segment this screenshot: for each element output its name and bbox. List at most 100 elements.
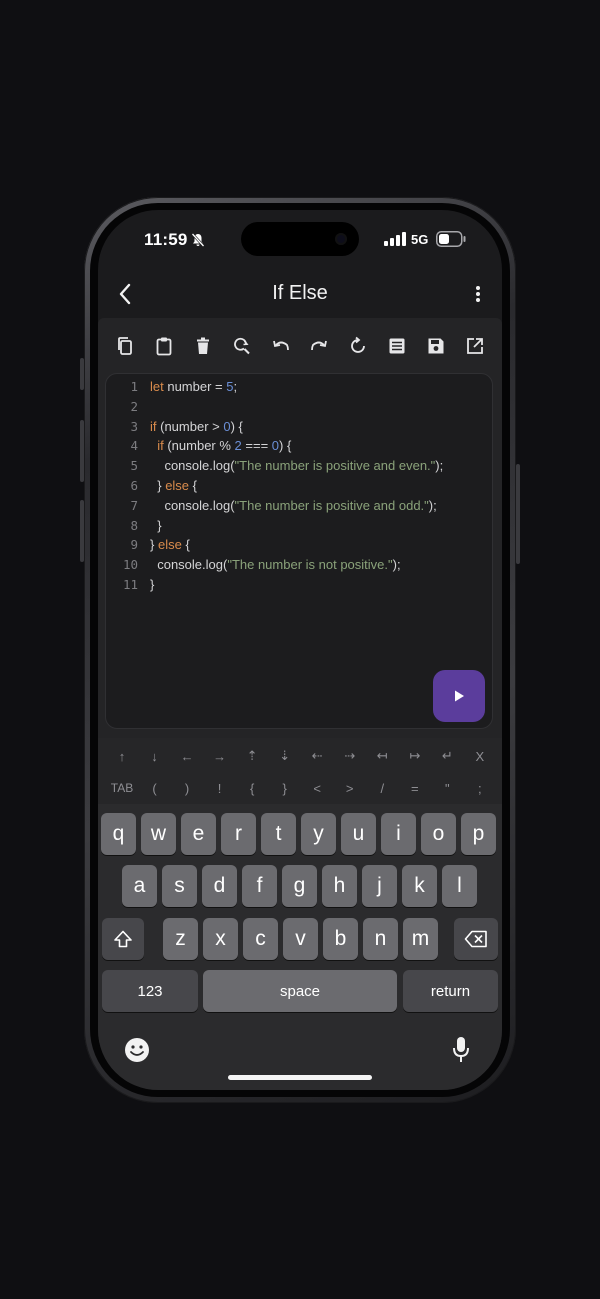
line-number: 3 — [130, 418, 138, 434]
code-token: "The number is positive and odd." — [234, 497, 429, 513]
key-w[interactable]: w — [141, 813, 176, 855]
code-token: ); — [428, 497, 437, 513]
shift-key[interactable] — [102, 918, 144, 960]
key-j[interactable]: j — [362, 865, 397, 907]
code-token: console.log( — [150, 497, 235, 513]
run-button[interactable] — [433, 670, 485, 722]
space-key[interactable]: space — [203, 970, 397, 1012]
accessory-key[interactable]: TAB — [106, 781, 138, 795]
save-button[interactable] — [423, 333, 449, 359]
accessory-key[interactable]: { — [236, 781, 268, 796]
key-y[interactable]: y — [301, 813, 336, 855]
redo-icon — [311, 340, 328, 351]
key-v[interactable]: v — [283, 918, 318, 960]
code-token: } — [150, 477, 166, 493]
paste-button[interactable] — [151, 333, 177, 359]
key-c[interactable]: c — [243, 918, 278, 960]
line-code: if (number > 0) { — [150, 417, 243, 437]
find-replace-button[interactable] — [229, 333, 255, 359]
key-m[interactable]: m — [403, 918, 438, 960]
key-x[interactable]: x — [203, 918, 238, 960]
accessory-key[interactable]: X — [464, 749, 496, 764]
line-code: } else { — [150, 476, 197, 496]
code-line: 7 console.log("The number is positive an… — [106, 496, 492, 516]
redo-button[interactable] — [306, 333, 332, 359]
accessory-key[interactable]: ) — [171, 781, 203, 796]
code-editor[interactable]: 1 let number = 5; 2 3 if (number > 0) {4 if … — [105, 373, 493, 729]
battery-icon — [436, 231, 466, 247]
code-line: 6 } else { — [106, 476, 492, 496]
more-vertical-icon — [476, 286, 480, 302]
return-key[interactable]: return — [403, 970, 498, 1012]
stage: 11:59 5G If Else 1 let number = 5; 2 3 i… — [0, 0, 600, 1299]
trash-icon — [196, 337, 209, 354]
accessory-key[interactable]: ⇣ — [269, 748, 301, 764]
code-token: 2 — [234, 438, 242, 454]
key-o[interactable]: o — [421, 813, 456, 855]
key-f[interactable]: f — [242, 865, 277, 907]
accessory-key[interactable]: ↑ — [106, 749, 138, 764]
accessory-key[interactable]: " — [431, 781, 463, 796]
accessory-key[interactable]: ( — [139, 781, 171, 796]
accessory-key[interactable]: ⇡ — [236, 748, 268, 764]
accessory-row-1: ↑ ↓ ← → ⇡ ⇣ ⇠ ⇢ ↤ ↦ ↵ X — [106, 741, 496, 771]
key-e[interactable]: e — [181, 813, 216, 855]
share-button[interactable] — [462, 333, 488, 359]
format-button[interactable] — [384, 333, 410, 359]
accessory-key[interactable]: ⇠ — [301, 748, 333, 764]
key-r[interactable]: r — [221, 813, 256, 855]
code-line: 3 if (number > 0) { — [106, 417, 492, 437]
code-lines: 1 let number = 5; 2 3 if (number > 0) {4 if … — [106, 377, 492, 595]
more-options-button[interactable] — [468, 280, 488, 308]
code-line: 1 let number = 5; — [106, 377, 492, 397]
accessory-key[interactable]: / — [366, 781, 398, 796]
copy-button[interactable] — [112, 333, 138, 359]
key-t[interactable]: t — [261, 813, 296, 855]
accessory-key[interactable]: } — [269, 781, 301, 796]
network-label: 5G — [411, 232, 429, 247]
key-k[interactable]: k — [402, 865, 437, 907]
code-token: 0 — [271, 438, 280, 454]
accessory-key[interactable]: → — [204, 749, 236, 764]
accessory-key[interactable]: ; — [464, 781, 496, 796]
key-n[interactable]: n — [363, 918, 398, 960]
accessory-key[interactable]: ↵ — [431, 748, 463, 764]
key-g[interactable]: g — [282, 865, 317, 907]
key-d[interactable]: d — [202, 865, 237, 907]
share-icon — [466, 338, 483, 354]
emoji-button[interactable] — [123, 1036, 151, 1064]
code-token: ) { — [279, 438, 292, 454]
accessory-key[interactable]: > — [334, 781, 366, 796]
accessory-key[interactable]: ← — [171, 749, 203, 764]
accessory-key[interactable]: ↤ — [366, 748, 398, 764]
code-token: console.log( — [150, 458, 235, 474]
undo-button[interactable] — [268, 333, 294, 359]
backspace-key[interactable] — [454, 918, 498, 960]
format-icon — [389, 338, 405, 354]
key-s[interactable]: s — [162, 865, 197, 907]
dictation-button[interactable] — [447, 1036, 475, 1064]
line-code: } — [150, 516, 161, 536]
delete-button[interactable] — [190, 333, 216, 359]
line-number: 4 — [130, 438, 138, 454]
code-line: 9} else { — [106, 535, 492, 555]
accessory-key[interactable]: ↓ — [139, 749, 171, 764]
key-b[interactable]: b — [323, 918, 358, 960]
key-p[interactable]: p — [461, 813, 496, 855]
key-z[interactable]: z — [163, 918, 198, 960]
numbers-key[interactable]: 123 — [102, 970, 198, 1012]
key-h[interactable]: h — [322, 865, 357, 907]
accessory-key[interactable]: ⇢ — [334, 748, 366, 764]
accessory-key[interactable]: ! — [204, 781, 236, 796]
key-u[interactable]: u — [341, 813, 376, 855]
line-code: console.log("The number is positive and … — [150, 456, 443, 476]
line-number: 7 — [130, 497, 138, 513]
key-i[interactable]: i — [381, 813, 416, 855]
key-a[interactable]: a — [122, 865, 157, 907]
accessory-key[interactable]: ↦ — [399, 748, 431, 764]
accessory-key[interactable]: = — [399, 781, 431, 796]
key-l[interactable]: l — [442, 865, 477, 907]
reload-button[interactable] — [345, 333, 371, 359]
key-q[interactable]: q — [101, 813, 136, 855]
accessory-key[interactable]: < — [301, 781, 333, 796]
